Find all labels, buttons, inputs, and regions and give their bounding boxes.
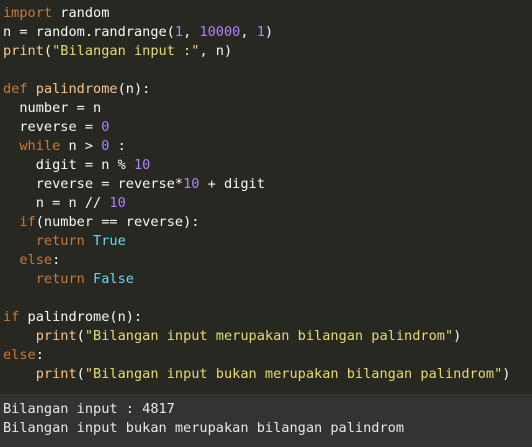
code-line: reverse = 0 [3, 118, 109, 137]
code-token: 0 [101, 119, 110, 135]
code-token: ) [502, 366, 511, 382]
code-token: , n) [199, 43, 233, 59]
code-token: if [19, 214, 36, 230]
code-token: ( [43, 43, 53, 59]
code-line: def palindrome(n): [3, 80, 150, 99]
code-token: : [35, 347, 44, 363]
code-token: 1 [174, 24, 184, 40]
code-token: palindrome(n): [19, 309, 143, 325]
code-token: 1 [256, 24, 265, 40]
code-token: print [35, 328, 77, 344]
code-token: def [3, 81, 28, 97]
code-token: (number == reverse): [35, 214, 200, 230]
code-token: import [3, 5, 53, 21]
code-token: else [3, 347, 36, 363]
code-token: (n): [117, 81, 151, 97]
code-token: ) [453, 328, 462, 344]
code-token: "Bilangan input :" [52, 43, 200, 59]
code-line: while n > 0 : [3, 137, 126, 156]
code-token: if [3, 309, 20, 325]
code-token: random [52, 5, 110, 21]
code-token: while [19, 138, 61, 154]
code-token: return [35, 233, 85, 249]
code-line: return True [3, 232, 126, 251]
code-line: return False [3, 270, 134, 289]
code-token: 10000 [199, 24, 241, 40]
code-token: True [93, 233, 126, 249]
code-token: print [3, 43, 44, 59]
code-token: 10 [133, 157, 151, 173]
code-line: digit = n % 10 [3, 156, 151, 175]
code-line: if palindrome(n): [3, 308, 142, 327]
code-token: + digit [199, 176, 265, 192]
code-line: number = n [3, 99, 101, 118]
code-token: , [183, 24, 200, 40]
code-token: ( [76, 328, 85, 344]
code-token: : [109, 138, 126, 154]
code-token: 10 [109, 195, 126, 211]
code-token: palindrome [35, 81, 118, 97]
code-token: return [35, 271, 85, 287]
code-token: "Bilangan input bukan merupakan bilangan… [84, 366, 503, 382]
code-line: print("Bilangan input merupakan bilangan… [3, 327, 462, 346]
code-line: else: [3, 346, 44, 365]
code-token: 10 [183, 176, 200, 192]
code-token: "Bilangan input merupakan bilangan palin… [84, 328, 454, 344]
code-line: if(number == reverse): [3, 213, 199, 232]
code-line: print("Bilangan input bukan merupakan bi… [3, 365, 511, 384]
code-token: n = random.randrange( [3, 24, 175, 40]
code-token: number = n [3, 100, 102, 116]
code-token: ( [76, 366, 85, 382]
code-token: print [35, 366, 77, 382]
code-token: , [240, 24, 257, 40]
code-line: n = n // 10 [3, 194, 126, 213]
output-line: Bilangan input bukan merupakan bilangan … [3, 420, 405, 436]
output-line: Bilangan input : 4817 [3, 401, 175, 417]
code-token: ) [264, 24, 274, 40]
code-line: reverse = reverse*10 + digit [3, 175, 265, 194]
code-token: False [93, 271, 134, 287]
code-token: : [52, 252, 61, 268]
output-console: Bilangan input : 4817 Bilangan input buk… [0, 394, 532, 447]
code-token: else [19, 252, 53, 268]
code-token: reverse = [3, 119, 102, 135]
code-line: import random [3, 4, 109, 23]
code-token: reverse = reverse* [3, 176, 184, 192]
code-line: print("Bilangan input :", n) [3, 42, 232, 61]
code-token: digit = n % [3, 157, 134, 173]
code-token: n > [60, 138, 102, 154]
code-line: else: [3, 251, 60, 270]
code-line: n = random.randrange(1, 10000, 1) [3, 23, 273, 42]
code-token: n = n // [3, 195, 110, 211]
code-editor[interactable]: import random n = random.randrange(1, 100… [0, 0, 532, 394]
